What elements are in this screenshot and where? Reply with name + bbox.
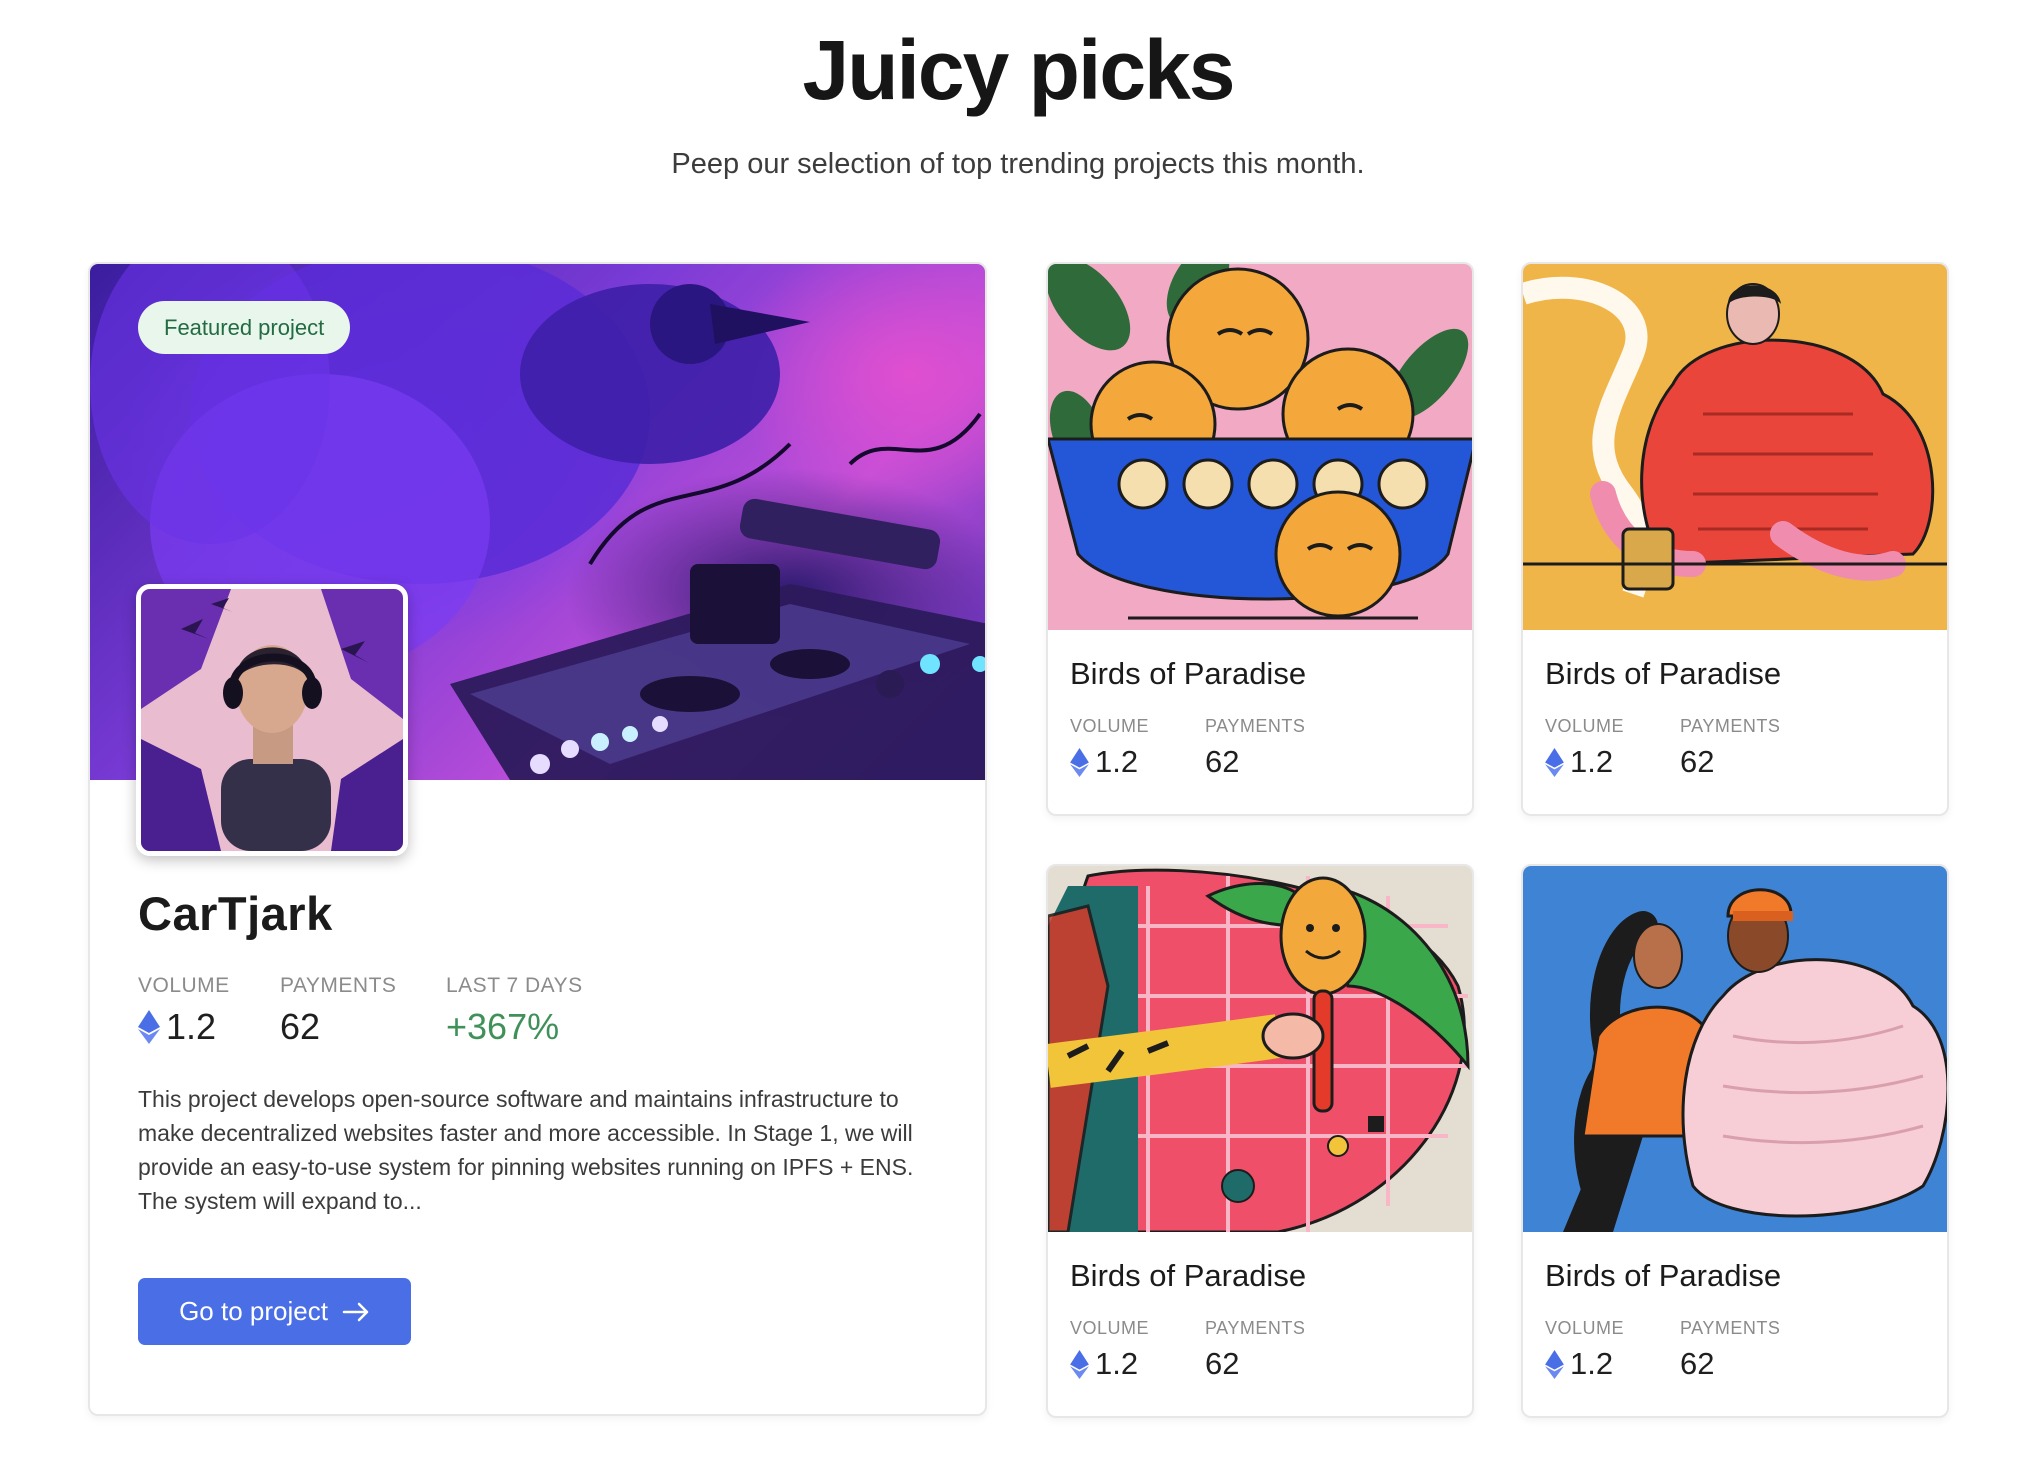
project-name: CarTjark bbox=[138, 887, 333, 940]
payments-value: 62 bbox=[1205, 1346, 1240, 1381]
card-title: Birds of Paradise bbox=[1545, 1258, 1782, 1293]
volume-amount: 1.2 bbox=[1570, 744, 1614, 779]
volume-amount: 1.2 bbox=[1095, 1346, 1139, 1381]
payments-label: PAYMENTS bbox=[1205, 1318, 1306, 1338]
volume-label: VOLUME bbox=[138, 974, 230, 997]
ethereum-icon bbox=[1545, 747, 1564, 777]
featured-project-card[interactable]: Featured project CarTjark VOLUME PAYMENT… bbox=[88, 262, 987, 1416]
volume-value: 1.2 bbox=[138, 1006, 216, 1048]
volume-label: VOLUME bbox=[1070, 1318, 1150, 1338]
project-card[interactable]: Birds of Paradise VOLUME PAYMENTS 1.2 62 bbox=[1046, 864, 1474, 1418]
payments-label: PAYMENTS bbox=[280, 974, 397, 997]
juicy-picks-section: Juicy picks Peep our selection of top tr… bbox=[0, 0, 2036, 1460]
project-description: This project develops open-source softwa… bbox=[138, 1086, 914, 1214]
volume-amount: 1.2 bbox=[1570, 1346, 1614, 1381]
card-title: Birds of Paradise bbox=[1070, 1258, 1307, 1293]
payments-value: 62 bbox=[1680, 1346, 1715, 1381]
mirror-illustration bbox=[1048, 868, 1470, 1232]
lemons-illustration bbox=[1048, 264, 1472, 620]
card-image-mirror bbox=[1048, 866, 1472, 1232]
ethereum-icon bbox=[138, 1010, 160, 1044]
volume-value: 1.2 bbox=[1070, 744, 1138, 780]
payments-value: 62 bbox=[1680, 744, 1715, 779]
card-image-red-jacket bbox=[1523, 264, 1947, 630]
volume-label: VOLUME bbox=[1545, 716, 1625, 736]
volume-label: VOLUME bbox=[1070, 716, 1150, 736]
card-image-couple bbox=[1523, 866, 1947, 1232]
payments-label: PAYMENTS bbox=[1205, 716, 1306, 736]
volume-value: 1.2 bbox=[1545, 1346, 1613, 1382]
red-jacket-illustration bbox=[1523, 276, 1947, 598]
ethereum-icon bbox=[1545, 1349, 1564, 1379]
card-title: Birds of Paradise bbox=[1545, 656, 1782, 691]
go-to-project-button[interactable]: Go to project bbox=[138, 1278, 411, 1345]
payments-label: PAYMENTS bbox=[1680, 1318, 1781, 1338]
featured-badge: Featured project bbox=[138, 301, 351, 354]
payments-value: 62 bbox=[1205, 744, 1240, 779]
avatar-illustration bbox=[141, 589, 403, 851]
last-7-days-label: LAST 7 DAYS bbox=[446, 974, 583, 997]
payments-value: 62 bbox=[280, 1006, 321, 1047]
section-subtitle: Peep our selection of top trending proje… bbox=[671, 148, 1365, 180]
section-title: Juicy picks bbox=[802, 23, 1236, 117]
volume-amount: 1.2 bbox=[1095, 744, 1139, 779]
arrow-right-icon bbox=[342, 1302, 369, 1321]
project-avatar bbox=[136, 584, 408, 856]
project-card[interactable]: Birds of Paradise VOLUME PAYMENTS 1.2 62 bbox=[1521, 262, 1949, 816]
card-image-lemons bbox=[1048, 264, 1472, 630]
volume-value: 1.2 bbox=[1545, 744, 1613, 780]
last-7-days-value: +367% bbox=[446, 1006, 560, 1047]
volume-amount: 1.2 bbox=[166, 1006, 217, 1047]
ethereum-icon bbox=[1070, 1349, 1089, 1379]
couple-illustration bbox=[1563, 888, 1947, 1232]
card-title: Birds of Paradise bbox=[1070, 656, 1307, 691]
payments-label: PAYMENTS bbox=[1680, 716, 1781, 736]
go-to-project-label: Go to project bbox=[179, 1296, 328, 1326]
volume-value: 1.2 bbox=[1070, 1346, 1138, 1382]
volume-label: VOLUME bbox=[1545, 1318, 1625, 1338]
ethereum-icon bbox=[1070, 747, 1089, 777]
project-card[interactable]: Birds of Paradise VOLUME PAYMENTS 1.2 62 bbox=[1046, 262, 1474, 816]
project-card[interactable]: Birds of Paradise VOLUME PAYMENTS 1.2 62 bbox=[1521, 864, 1949, 1418]
